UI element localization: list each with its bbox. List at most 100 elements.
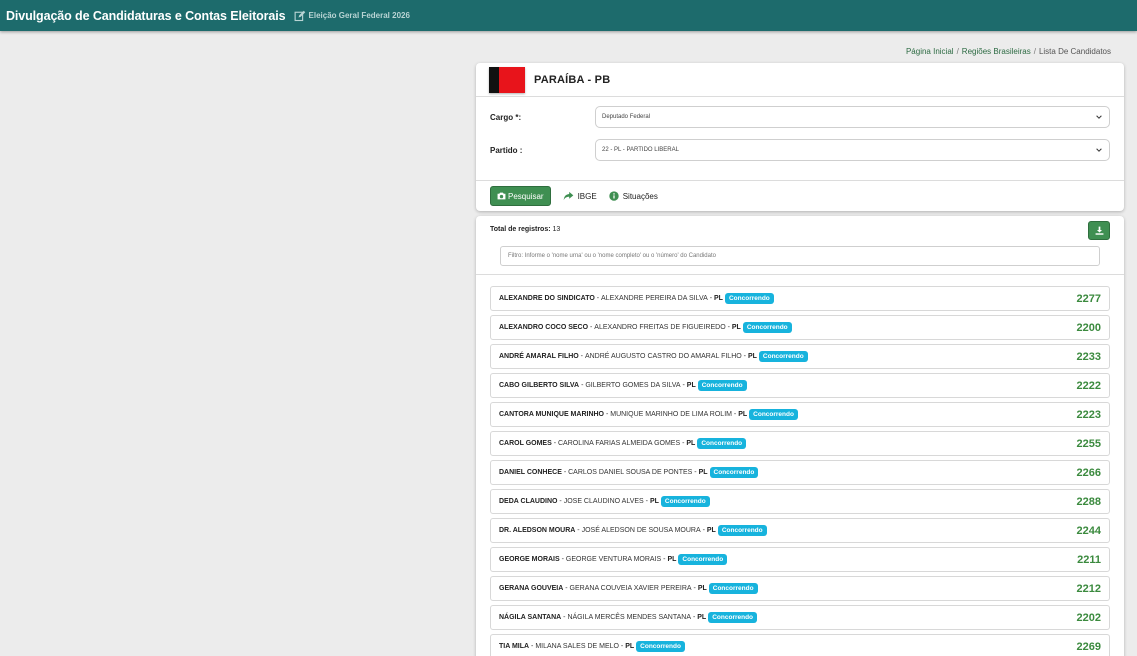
breadcrumb: Página Inicial / Regiões Brasileiras / Lista… (906, 47, 1111, 56)
candidate-full-name: GILBERTO GOMES DA SILVA (585, 382, 681, 389)
action-bar: Pesquisar IBGE Situações (490, 186, 658, 206)
candidate-number: 2255 (1076, 437, 1101, 450)
candidate-party: PL (686, 440, 696, 447)
candidate-urn-name: DR. ALEDSON MOURA (499, 527, 576, 534)
cargo-row: Cargo *: Deputado Federal (490, 106, 1110, 128)
status-badge: Concorrendo (636, 641, 685, 652)
candidate-row[interactable]: GEORGE MORAIS - GEORGE VENTURA MORAIS - … (490, 547, 1110, 572)
candidate-row[interactable]: TIA MILA - MILANA SALES DE MELO - PL Conc… (490, 634, 1110, 656)
situacoes-label: Situações (622, 191, 658, 201)
candidate-full-name: ALEXANDRE PEREIRA DA SILVA (601, 295, 708, 302)
partido-select[interactable]: 22 - PL - PARTIDO LIBERAL (595, 139, 1110, 161)
candidate-urn-name: DANIEL CONHECE (499, 469, 562, 476)
info-icon (609, 191, 619, 201)
cargo-select[interactable]: Deputado Federal (595, 106, 1110, 128)
candidate-number: 2200 (1076, 321, 1101, 334)
download-icon (1095, 226, 1103, 235)
total-records-value: 13 (552, 226, 561, 233)
candidate-row[interactable]: GERANA GOUVEIA - GERANA COUVEIA XAVIER P… (490, 576, 1110, 601)
cargo-select-value: Deputado Federal (602, 114, 651, 120)
candidate-urn-name: CANTORA MUNIQUE MARINHO (499, 411, 604, 418)
candidate-urn-name: ALEXANDRO COCO SECO (499, 324, 589, 331)
candidate-number: 2212 (1076, 582, 1101, 595)
candidate-row[interactable]: CAROL GOMES - CAROLINA FARIAS ALMEIDA GO… (490, 431, 1110, 456)
candidate-party: PL (747, 353, 757, 360)
candidate-full-name: GEORGE VENTURA MORAIS (565, 556, 662, 563)
candidate-party: PL (698, 469, 708, 476)
breadcrumb-current: Lista De Candidatos (1038, 47, 1111, 56)
status-badge: Concorrendo (678, 554, 728, 565)
status-badge: Concorrendo (709, 467, 759, 478)
candidate-number: 2244 (1076, 524, 1101, 537)
candidate-full-name: CAROLINA FARIAS ALMEIDA GOMES (558, 440, 681, 447)
candidate-row[interactable]: CABO GILBERTO SILVA - GILBERTO GOMES DA … (490, 373, 1110, 398)
candidate-party: PL (649, 498, 659, 505)
candidate-number: 2202 (1076, 611, 1101, 624)
candidate-number: 2222 (1076, 379, 1101, 392)
total-records: Total de registros: 13 (490, 226, 560, 233)
status-badge: Concorrendo (724, 293, 774, 304)
candidate-urn-name: NÁGILA SANTANA (499, 614, 562, 621)
edit-icon[interactable] (294, 10, 306, 22)
top-navbar: Divulgação de Candidaturas e Contas Elei… (0, 0, 1137, 31)
candidate-row[interactable]: ALEXANDRE DO SINDICATO - ALEXANDRE PEREI… (490, 286, 1110, 311)
candidate-number: 2277 (1076, 292, 1101, 305)
candidate-number: 2211 (1077, 553, 1101, 566)
state-flag (489, 66, 525, 93)
candidate-full-name: MUNIQUE MARINHO DE LIMA ROLIM (610, 411, 732, 418)
status-badge: Concorrendo (697, 438, 747, 449)
candidate-full-name: ANDRÉ AUGUSTO CASTRO DO AMARAL FILHO (584, 353, 742, 360)
candidate-urn-name: CABO GILBERTO SILVA (499, 382, 580, 389)
breadcrumb-separator: / (1033, 47, 1036, 56)
candidate-row[interactable]: DEDA CLAUDINO - JOSE CLAUDINO ALVES - PL… (490, 489, 1110, 514)
status-badge: Concorrendo (749, 409, 798, 420)
candidate-party: PL (738, 411, 748, 418)
partido-row: Partido : 22 - PL - PARTIDO LIBERAL (490, 139, 1110, 161)
candidate-row[interactable]: NÁGILA SANTANA - NÁGILA MERCÊS MENDES SA… (490, 605, 1110, 630)
breadcrumb-regions-link[interactable]: Regiões Brasileiras (962, 47, 1031, 56)
candidate-row[interactable]: DR. ALEDSON MOURA - JOSÉ ALEDSON DE SOUS… (490, 518, 1110, 543)
candidate-urn-name: GERANA GOUVEIA (499, 585, 564, 592)
state-header: PARAÍBA - PB (476, 63, 1124, 97)
election-label[interactable]: Eleição Geral Federal 2026 (309, 11, 410, 20)
candidate-number: 2269 (1076, 640, 1101, 653)
divider (476, 274, 1124, 275)
partido-label: Partido : (490, 145, 523, 155)
ibge-label: IBGE (577, 191, 597, 201)
breadcrumb-home-link[interactable]: Página Inicial (906, 47, 954, 56)
candidate-row[interactable]: DANIEL CONHECE - CARLOS DANIEL SOUSA DE … (490, 460, 1110, 485)
candidate-row[interactable]: ANDRÉ AMARAL FILHO - ANDRÉ AUGUSTO CASTR… (490, 344, 1110, 369)
candidate-number: 2233 (1076, 350, 1101, 363)
partido-select-value: 22 - PL - PARTIDO LIBERAL (602, 147, 679, 153)
total-records-label: Total de registros: (490, 226, 551, 233)
status-badge: Concorrendo (697, 380, 747, 391)
candidate-row[interactable]: CANTORA MUNIQUE MARINHO - MUNIQUE MARINH… (490, 402, 1110, 427)
status-badge: Concorrendo (758, 351, 808, 362)
candidate-party: PL (667, 556, 677, 563)
candidate-urn-name: ANDRÉ AMARAL FILHO (499, 353, 579, 360)
candidate-urn-name: ALEXANDRE DO SINDICATO (499, 295, 595, 302)
situacoes-link[interactable]: Situações (609, 191, 658, 201)
candidate-filter-input[interactable]: Filtro: Informe o 'nome urna' ou o 'nome… (500, 246, 1100, 266)
search-button-label: Pesquisar (508, 191, 544, 201)
candidate-party: PL (697, 614, 707, 621)
candidate-party: PL (706, 527, 716, 534)
status-badge: Concorrendo (742, 322, 792, 333)
app-title[interactable]: Divulgação de Candidaturas e Contas Elei… (6, 9, 286, 23)
candidate-full-name: CARLOS DANIEL SOUSA DE PONTES (568, 469, 693, 476)
candidate-full-name: MILANA SALES DE MELO (535, 643, 619, 650)
candidate-urn-name: CAROL GOMES (499, 440, 552, 447)
state-name: PARAÍBA - PB (534, 73, 611, 86)
candidate-row[interactable]: ALEXANDRO COCO SECO - ALEXANDRO FREITAS … (490, 315, 1110, 340)
search-button[interactable]: Pesquisar (490, 186, 551, 206)
candidate-full-name: GERANA COUVEIA XAVIER PEREIRA (569, 585, 692, 592)
chevron-down-icon (1096, 115, 1102, 119)
ibge-link[interactable]: IBGE (563, 191, 597, 201)
status-badge: Concorrendo (708, 583, 758, 594)
candidate-party: PL (731, 324, 741, 331)
download-button[interactable] (1088, 221, 1110, 240)
candidate-list: ALEXANDRE DO SINDICATO - ALEXANDRE PEREI… (490, 286, 1110, 656)
status-badge: Concorrendo (708, 612, 758, 623)
camera-icon (497, 192, 506, 200)
candidate-party: PL (686, 382, 696, 389)
